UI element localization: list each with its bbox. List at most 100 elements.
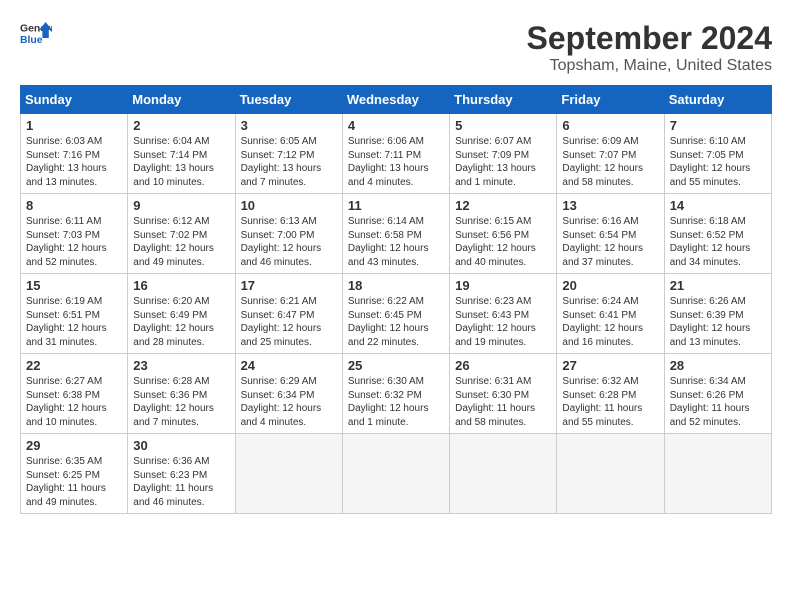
week-row-2: 8 Sunrise: 6:11 AM Sunset: 7:03 PM Daylig… xyxy=(21,194,772,274)
week-row-3: 15 Sunrise: 6:19 AM Sunset: 6:51 PM Dayli… xyxy=(21,274,772,354)
day-number: 17 xyxy=(241,278,337,293)
month-title: September 2024 xyxy=(527,20,772,57)
calendar-cell: 18 Sunrise: 6:22 AM Sunset: 6:45 PM Dayli… xyxy=(342,274,449,354)
day-number: 6 xyxy=(562,118,658,133)
day-info: Sunrise: 6:35 AM Sunset: 6:25 PM Dayligh… xyxy=(26,455,122,509)
calendar-cell: 28 Sunrise: 6:34 AM Sunset: 6:26 PM Dayli… xyxy=(664,354,771,434)
day-info: Sunrise: 6:34 AM Sunset: 6:26 PM Dayligh… xyxy=(670,375,766,429)
day-number: 30 xyxy=(133,438,229,453)
day-number: 22 xyxy=(26,358,122,373)
day-info: Sunrise: 6:07 AM Sunset: 7:09 PM Dayligh… xyxy=(455,135,551,189)
day-number: 23 xyxy=(133,358,229,373)
day-info: Sunrise: 6:11 AM Sunset: 7:03 PM Dayligh… xyxy=(26,215,122,269)
day-number: 2 xyxy=(133,118,229,133)
day-number: 20 xyxy=(562,278,658,293)
calendar-cell: 15 Sunrise: 6:19 AM Sunset: 6:51 PM Dayli… xyxy=(21,274,128,354)
calendar-cell: 8 Sunrise: 6:11 AM Sunset: 7:03 PM Daylig… xyxy=(21,194,128,274)
day-info: Sunrise: 6:20 AM Sunset: 6:49 PM Dayligh… xyxy=(133,295,229,349)
weekday-header-tuesday: Tuesday xyxy=(235,86,342,114)
weekday-header-monday: Monday xyxy=(128,86,235,114)
day-number: 1 xyxy=(26,118,122,133)
day-info: Sunrise: 6:31 AM Sunset: 6:30 PM Dayligh… xyxy=(455,375,551,429)
title-area: September 2024 Topsham, Maine, United St… xyxy=(527,20,772,75)
location-title: Topsham, Maine, United States xyxy=(527,57,772,75)
week-row-4: 22Sunrise: 6:27 AM Sunset: 6:38 PM Dayli… xyxy=(21,354,772,434)
day-number: 7 xyxy=(670,118,766,133)
day-number: 9 xyxy=(133,198,229,213)
day-info: Sunrise: 6:10 AM Sunset: 7:05 PM Dayligh… xyxy=(670,135,766,189)
calendar-cell xyxy=(450,434,557,514)
calendar-table: SundayMondayTuesdayWednesdayThursdayFrid… xyxy=(20,85,772,514)
calendar-cell xyxy=(557,434,664,514)
calendar-cell: 6 Sunrise: 6:09 AM Sunset: 7:07 PM Daylig… xyxy=(557,114,664,194)
day-number: 13 xyxy=(562,198,658,213)
calendar-cell: 5 Sunrise: 6:07 AM Sunset: 7:09 PM Daylig… xyxy=(450,114,557,194)
day-info: Sunrise: 6:36 AM Sunset: 6:23 PM Dayligh… xyxy=(133,455,229,509)
day-number: 4 xyxy=(348,118,444,133)
day-number: 29 xyxy=(26,438,122,453)
day-info: Sunrise: 6:18 AM Sunset: 6:52 PM Dayligh… xyxy=(670,215,766,269)
calendar-cell: 12 Sunrise: 6:15 AM Sunset: 6:56 PM Dayli… xyxy=(450,194,557,274)
weekday-header-wednesday: Wednesday xyxy=(342,86,449,114)
calendar-cell: 1 Sunrise: 6:03 AM Sunset: 7:16 PM Daylig… xyxy=(21,114,128,194)
calendar-cell: 4 Sunrise: 6:06 AM Sunset: 7:11 PM Daylig… xyxy=(342,114,449,194)
day-number: 3 xyxy=(241,118,337,133)
calendar-cell: 14 Sunrise: 6:18 AM Sunset: 6:52 PM Dayli… xyxy=(664,194,771,274)
logo: General Blue xyxy=(20,20,52,48)
calendar-cell: 23 Sunrise: 6:28 AM Sunset: 6:36 PM Dayli… xyxy=(128,354,235,434)
day-number: 18 xyxy=(348,278,444,293)
day-info: Sunrise: 6:03 AM Sunset: 7:16 PM Dayligh… xyxy=(26,135,122,189)
day-number: 27 xyxy=(562,358,658,373)
calendar-cell: 3 Sunrise: 6:05 AM Sunset: 7:12 PM Daylig… xyxy=(235,114,342,194)
page-header: General Blue September 2024 Topsham, Mai… xyxy=(20,20,772,75)
calendar-cell: 16 Sunrise: 6:20 AM Sunset: 6:49 PM Dayli… xyxy=(128,274,235,354)
calendar-cell: 17Sunrise: 6:21 AM Sunset: 6:47 PM Dayli… xyxy=(235,274,342,354)
calendar-cell xyxy=(664,434,771,514)
day-info: Sunrise: 6:12 AM Sunset: 7:02 PM Dayligh… xyxy=(133,215,229,269)
day-info: Sunrise: 6:22 AM Sunset: 6:45 PM Dayligh… xyxy=(348,295,444,349)
week-row-5: 29 Sunrise: 6:35 AM Sunset: 6:25 PM Dayli… xyxy=(21,434,772,514)
calendar-cell: 7 Sunrise: 6:10 AM Sunset: 7:05 PM Daylig… xyxy=(664,114,771,194)
day-number: 5 xyxy=(455,118,551,133)
calendar-cell xyxy=(235,434,342,514)
day-info: Sunrise: 6:04 AM Sunset: 7:14 PM Dayligh… xyxy=(133,135,229,189)
day-number: 12 xyxy=(455,198,551,213)
day-number: 15 xyxy=(26,278,122,293)
day-info: Sunrise: 6:29 AM Sunset: 6:34 PM Dayligh… xyxy=(241,375,337,429)
day-info: Sunrise: 6:15 AM Sunset: 6:56 PM Dayligh… xyxy=(455,215,551,269)
logo-icon: General Blue xyxy=(20,20,52,48)
weekday-header-sunday: Sunday xyxy=(21,86,128,114)
day-info: Sunrise: 6:26 AM Sunset: 6:39 PM Dayligh… xyxy=(670,295,766,349)
calendar-cell: 20 Sunrise: 6:24 AM Sunset: 6:41 PM Dayli… xyxy=(557,274,664,354)
calendar-cell: 22Sunrise: 6:27 AM Sunset: 6:38 PM Dayli… xyxy=(21,354,128,434)
day-info: Sunrise: 6:19 AM Sunset: 6:51 PM Dayligh… xyxy=(26,295,122,349)
day-info: Sunrise: 6:24 AM Sunset: 6:41 PM Dayligh… xyxy=(562,295,658,349)
day-info: Sunrise: 6:28 AM Sunset: 6:36 PM Dayligh… xyxy=(133,375,229,429)
day-number: 25 xyxy=(348,358,444,373)
calendar-cell: 9 Sunrise: 6:12 AM Sunset: 7:02 PM Daylig… xyxy=(128,194,235,274)
calendar-cell: 24Sunrise: 6:29 AM Sunset: 6:34 PM Dayli… xyxy=(235,354,342,434)
weekday-header-friday: Friday xyxy=(557,86,664,114)
calendar-cell xyxy=(342,434,449,514)
day-info: Sunrise: 6:23 AM Sunset: 6:43 PM Dayligh… xyxy=(455,295,551,349)
day-info: Sunrise: 6:30 AM Sunset: 6:32 PM Dayligh… xyxy=(348,375,444,429)
day-info: Sunrise: 6:05 AM Sunset: 7:12 PM Dayligh… xyxy=(241,135,337,189)
day-number: 8 xyxy=(26,198,122,213)
week-row-1: 1 Sunrise: 6:03 AM Sunset: 7:16 PM Daylig… xyxy=(21,114,772,194)
calendar-cell: 10Sunrise: 6:13 AM Sunset: 7:00 PM Dayli… xyxy=(235,194,342,274)
day-info: Sunrise: 6:06 AM Sunset: 7:11 PM Dayligh… xyxy=(348,135,444,189)
day-info: Sunrise: 6:16 AM Sunset: 6:54 PM Dayligh… xyxy=(562,215,658,269)
calendar-cell: 13 Sunrise: 6:16 AM Sunset: 6:54 PM Dayli… xyxy=(557,194,664,274)
day-number: 28 xyxy=(670,358,766,373)
calendar-cell: 30 Sunrise: 6:36 AM Sunset: 6:23 PM Dayli… xyxy=(128,434,235,514)
day-number: 21 xyxy=(670,278,766,293)
day-number: 16 xyxy=(133,278,229,293)
calendar-cell: 27 Sunrise: 6:32 AM Sunset: 6:28 PM Dayli… xyxy=(557,354,664,434)
calendar-cell: 19 Sunrise: 6:23 AM Sunset: 6:43 PM Dayli… xyxy=(450,274,557,354)
day-info: Sunrise: 6:09 AM Sunset: 7:07 PM Dayligh… xyxy=(562,135,658,189)
day-number: 14 xyxy=(670,198,766,213)
day-number: 26 xyxy=(455,358,551,373)
day-number: 19 xyxy=(455,278,551,293)
day-info: Sunrise: 6:32 AM Sunset: 6:28 PM Dayligh… xyxy=(562,375,658,429)
weekday-header-row: SundayMondayTuesdayWednesdayThursdayFrid… xyxy=(21,86,772,114)
